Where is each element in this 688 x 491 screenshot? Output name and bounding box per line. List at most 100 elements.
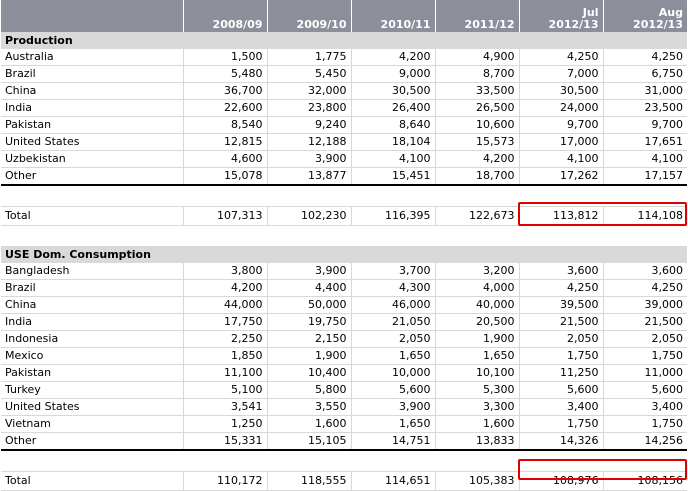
total-row: Total 107,313 102,230 116,395 122,673 113,812… <box>1 206 687 226</box>
value-cell: 39,000 <box>602 296 687 314</box>
value-cell: 44,000 <box>182 296 267 314</box>
section-header: Production <box>1 32 687 49</box>
value-cell: 9,700 <box>518 116 603 134</box>
table-row: China 36,700 32,000 30,500 33,500 30,500 31,00… <box>1 82 687 100</box>
spacer-cell <box>1 450 687 472</box>
cotton-data-table: 2008/09 2009/10 2010/11 2011/12 Jul 2012/… <box>1 0 687 491</box>
value-cell: 2,150 <box>266 330 351 348</box>
value-cell: 21,050 <box>350 313 435 331</box>
total-value: 113,812 <box>518 206 603 226</box>
value-cell: 26,400 <box>350 99 435 117</box>
table-row: China 44,000 50,000 46,000 40,000 39,500 39,00… <box>1 296 687 314</box>
total-value: 114,651 <box>350 471 435 491</box>
value-cell: 10,100 <box>434 364 519 382</box>
country-name: Bangladesh <box>1 263 183 280</box>
value-cell: 26,500 <box>434 99 519 117</box>
value-cell: 17,000 <box>518 133 603 151</box>
total-value: 116,395 <box>350 206 435 226</box>
value-cell: 14,326 <box>518 432 603 451</box>
value-cell: 1,600 <box>266 415 351 433</box>
value-cell: 4,200 <box>434 150 519 168</box>
country-name: Brazil <box>1 279 183 297</box>
value-cell: 32,000 <box>266 82 351 100</box>
value-cell: 3,300 <box>434 398 519 416</box>
table-row: Other 15,331 15,105 14,751 13,833 14,326 14,25… <box>1 432 687 451</box>
table-row: India 22,600 23,800 26,400 26,500 24,000 23,50… <box>1 99 687 117</box>
section-title: Production <box>1 32 687 49</box>
country-name: India <box>1 313 183 331</box>
value-cell: 8,540 <box>182 116 267 134</box>
value-cell: 4,600 <box>182 150 267 168</box>
value-cell: 1,850 <box>182 347 267 365</box>
total-label: Total <box>1 471 183 491</box>
table-row: Mexico 1,850 1,900 1,650 1,650 1,750 1,750 <box>1 347 687 365</box>
table-row: Other 15,078 13,877 15,451 18,700 17,262 17,15… <box>1 167 687 186</box>
value-cell: 1,650 <box>350 347 435 365</box>
country-name: Other <box>1 432 183 451</box>
value-cell: 46,000 <box>350 296 435 314</box>
value-cell: 13,833 <box>434 432 519 451</box>
table-row: Bangladesh 3,800 3,900 3,700 3,200 3,600 3,600 <box>1 263 687 280</box>
value-cell: 5,800 <box>266 381 351 399</box>
country-name: Indonesia <box>1 330 183 348</box>
country-name: Other <box>1 167 183 186</box>
value-cell: 4,100 <box>350 150 435 168</box>
value-cell: 7,000 <box>518 65 603 83</box>
value-cell: 9,240 <box>266 116 351 134</box>
value-cell: 3,900 <box>350 398 435 416</box>
gap-row <box>1 226 687 247</box>
header-row: 2008/09 2009/10 2010/11 2011/12 Jul 2012/… <box>1 0 687 32</box>
spacer-row <box>1 185 687 207</box>
value-cell: 17,750 <box>182 313 267 331</box>
value-cell: 4,250 <box>518 279 603 297</box>
value-cell: 36,700 <box>182 82 267 100</box>
country-name: Mexico <box>1 347 183 365</box>
value-cell: 10,600 <box>434 116 519 134</box>
value-cell: 10,400 <box>266 364 351 382</box>
value-cell: 3,400 <box>602 398 687 416</box>
value-cell: 12,188 <box>266 133 351 151</box>
value-cell: 5,480 <box>182 65 267 83</box>
value-cell: 18,700 <box>434 167 519 186</box>
value-cell: 15,573 <box>434 133 519 151</box>
value-cell: 15,105 <box>266 432 351 451</box>
table-row: Pakistan 11,100 10,400 10,000 10,100 11,250 11… <box>1 364 687 382</box>
value-cell: 3,400 <box>518 398 603 416</box>
country-name: Pakistan <box>1 116 183 134</box>
total-value: 107,313 <box>182 206 267 226</box>
total-value: 102,230 <box>266 206 351 226</box>
value-cell: 15,451 <box>350 167 435 186</box>
header-blank <box>1 0 183 32</box>
value-cell: 5,600 <box>602 381 687 399</box>
value-cell: 4,200 <box>350 49 435 66</box>
value-cell: 8,700 <box>434 65 519 83</box>
value-cell: 1,750 <box>602 347 687 365</box>
country-name: China <box>1 82 183 100</box>
value-cell: 5,100 <box>182 381 267 399</box>
value-cell: 5,450 <box>266 65 351 83</box>
column-header: 2009/10 <box>266 0 351 32</box>
value-cell: 17,262 <box>518 167 603 186</box>
total-value: 110,172 <box>182 471 267 491</box>
value-cell: 19,750 <box>266 313 351 331</box>
value-cell: 17,651 <box>602 133 687 151</box>
value-cell: 3,600 <box>518 263 603 280</box>
value-cell: 21,500 <box>518 313 603 331</box>
value-cell: 2,050 <box>602 330 687 348</box>
value-cell: 1,900 <box>266 347 351 365</box>
value-cell: 31,000 <box>602 82 687 100</box>
country-name: United States <box>1 133 183 151</box>
value-cell: 3,541 <box>182 398 267 416</box>
value-cell: 13,877 <box>266 167 351 186</box>
value-cell: 1,500 <box>182 49 267 66</box>
value-cell: 4,200 <box>182 279 267 297</box>
country-name: Uzbekistan <box>1 150 183 168</box>
country-name: Australia <box>1 49 183 66</box>
value-cell: 3,600 <box>602 263 687 280</box>
value-cell: 8,640 <box>350 116 435 134</box>
value-cell: 11,250 <box>518 364 603 382</box>
value-cell: 18,104 <box>350 133 435 151</box>
value-cell: 21,500 <box>602 313 687 331</box>
table-row: Brazil 4,200 4,400 4,300 4,000 4,250 4,250 <box>1 279 687 297</box>
value-cell: 17,157 <box>602 167 687 186</box>
